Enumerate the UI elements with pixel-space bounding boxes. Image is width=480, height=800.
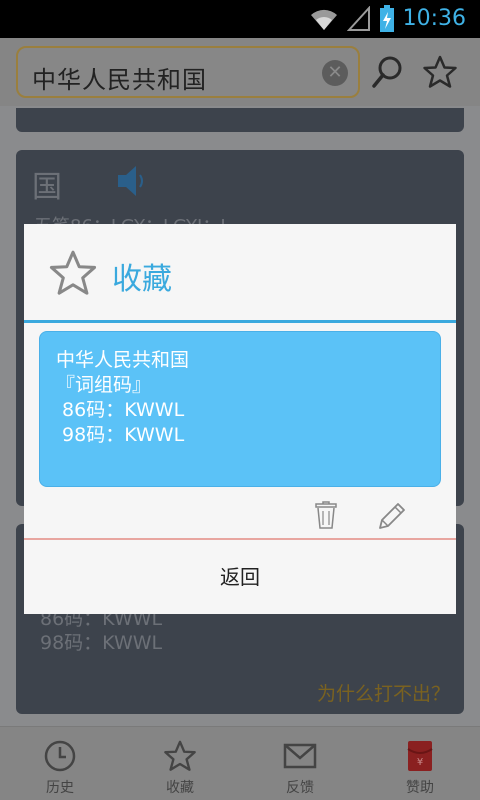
svg-text:¥: ¥ <box>417 757 423 768</box>
back-button[interactable]: 返回 <box>24 540 456 614</box>
nav-sponsor[interactable]: ¥ 赞助 <box>360 727 480 800</box>
status-bar: 10:36 <box>0 0 480 38</box>
speaker-icon <box>118 166 143 196</box>
mail-icon <box>283 743 317 769</box>
favorite-item[interactable]: 中华人民共和国 『词组码』 86码：KWWL 98码：KWWL <box>39 331 441 487</box>
wifi-icon <box>310 9 337 30</box>
bottom-nav: 历史 收藏 反馈 ¥ 赞助 <box>0 726 480 800</box>
favorites-dialog: 收藏 中华人民共和国 『词组码』 86码：KWWL 98码：KWWL 返回 <box>24 224 456 614</box>
favorite-section-title: 『词组码』 <box>56 374 152 396</box>
clear-icon[interactable]: ✕ <box>322 60 348 86</box>
speaker-button[interactable] <box>116 164 146 202</box>
edit-button[interactable] <box>376 500 408 536</box>
search-row: 中华人民共和国 ✕ <box>0 38 480 106</box>
nav-favorites[interactable]: 收藏 <box>120 727 240 800</box>
favorite-code-86: 86码：KWWL <box>56 399 185 421</box>
nav-favorites-label: 收藏 <box>166 780 194 796</box>
nav-history-label: 历史 <box>46 780 74 796</box>
dialog-header: 收藏 <box>24 224 456 320</box>
status-icons: 10:36 <box>309 4 466 34</box>
star-icon <box>423 55 457 88</box>
favorite-code-98: 98码：KWWL <box>56 424 185 446</box>
search-input-value: 中华人民共和国 <box>32 66 207 94</box>
dialog-title: 收藏 <box>112 262 172 297</box>
search-icon <box>372 56 402 88</box>
code-98: 98码：KWWL <box>40 632 163 654</box>
search-input[interactable]: 中华人民共和国 ✕ <box>16 46 360 98</box>
nav-feedback-label: 反馈 <box>286 780 314 796</box>
result-card-top <box>16 108 464 132</box>
status-time: 10:36 <box>402 6 466 31</box>
favorite-phrase: 中华人民共和国 <box>56 349 190 371</box>
trash-icon <box>315 501 337 529</box>
dialog-divider <box>24 320 456 323</box>
nav-feedback[interactable]: 反馈 <box>240 727 360 800</box>
signal-icon <box>346 6 370 31</box>
nav-sponsor-label: 赞助 <box>406 780 434 796</box>
result-char: 国 <box>32 170 62 205</box>
favorite-button[interactable] <box>422 54 458 90</box>
star-icon <box>164 740 196 771</box>
search-button[interactable] <box>370 54 406 90</box>
red-envelope-icon: ¥ <box>407 741 433 771</box>
clock-icon <box>44 740 76 772</box>
dialog-actions <box>24 496 456 538</box>
star-icon <box>49 250 97 295</box>
pencil-icon <box>379 503 405 529</box>
battery-icon <box>379 5 394 32</box>
delete-button[interactable] <box>314 500 338 534</box>
why-link[interactable]: 为什么打不出？ <box>317 679 450 706</box>
nav-history[interactable]: 历史 <box>0 727 120 800</box>
